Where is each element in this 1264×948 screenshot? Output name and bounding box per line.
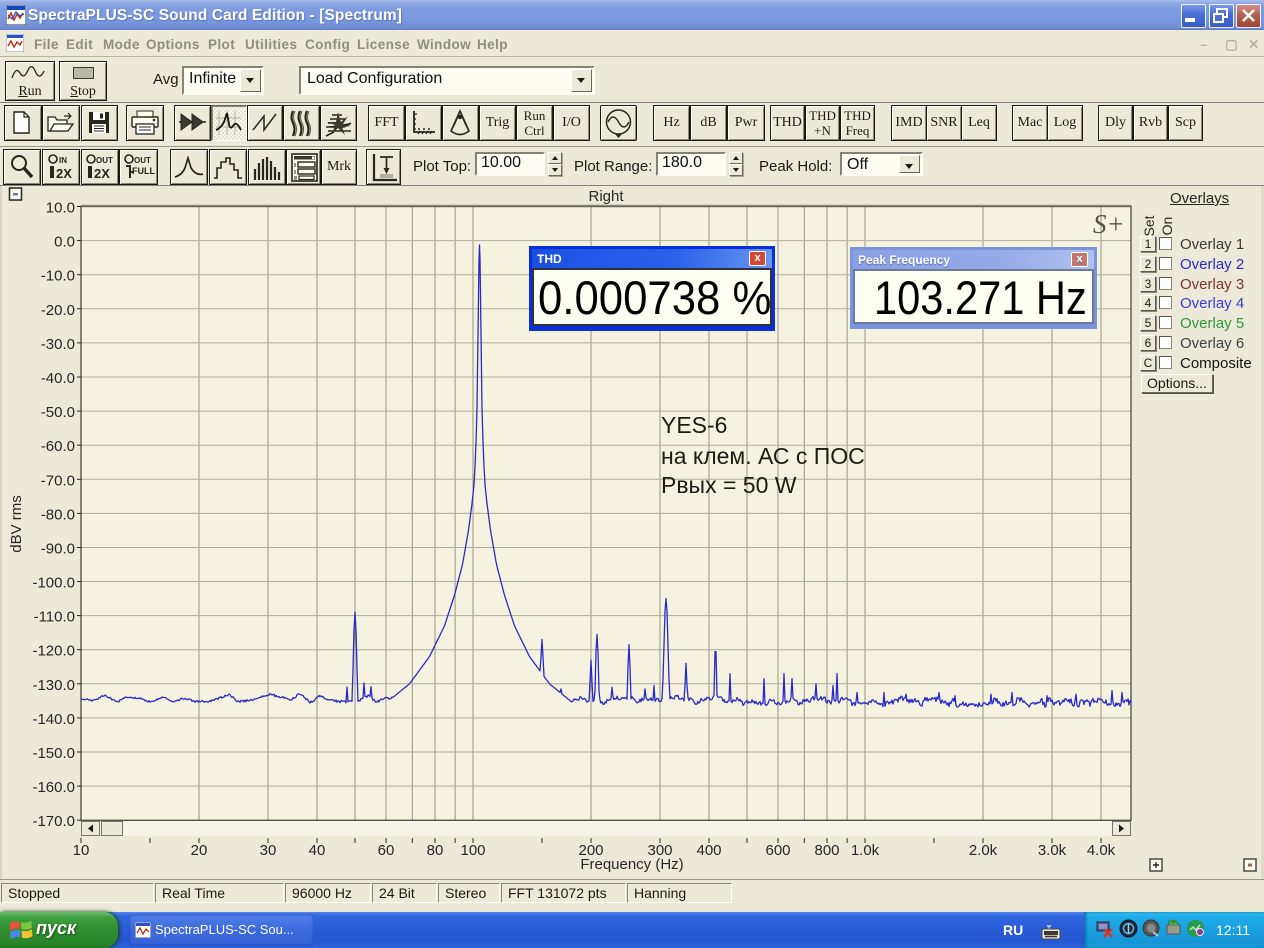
svg-text:100: 100: [460, 842, 485, 859]
svg-text:-100.0: -100.0: [32, 575, 75, 592]
svg-text:OUT: OUT: [134, 156, 151, 165]
svg-text:0.0: 0.0: [54, 234, 75, 251]
svg-text:3.0k: 3.0k: [1038, 842, 1067, 859]
svg-text:-90.0: -90.0: [41, 541, 75, 558]
svg-text:-110.0: -110.0: [34, 609, 75, 626]
svg-text:400: 400: [696, 842, 721, 859]
svg-text:YES-6: YES-6: [661, 412, 727, 438]
svg-text:-40.0: -40.0: [41, 370, 75, 387]
svg-text:dBV rms: dBV rms: [8, 495, 25, 553]
svg-text:-70.0: -70.0: [41, 472, 75, 489]
svg-text:20: 20: [191, 842, 208, 859]
svg-text:-20.0: -20.0: [41, 302, 75, 319]
svg-text:-170.0: -170.0: [32, 813, 75, 830]
svg-text:10: 10: [73, 842, 90, 859]
svg-text:-80.0: -80.0: [41, 506, 75, 523]
svg-text:Рвых = 50 W: Рвых = 50 W: [661, 472, 797, 498]
svg-text:-60.0: -60.0: [41, 438, 75, 455]
svg-text:S+: S+: [1093, 209, 1125, 239]
svg-text:-150.0: -150.0: [32, 745, 75, 762]
svg-text:-50.0: -50.0: [41, 404, 75, 421]
svg-text:OUT: OUT: [96, 156, 113, 165]
svg-text:10.0: 10.0: [46, 200, 75, 217]
svg-text:1.0k: 1.0k: [851, 842, 880, 859]
svg-text:Right: Right: [588, 188, 624, 205]
svg-text:Frequency (Hz): Frequency (Hz): [580, 856, 683, 873]
svg-text:-130.0: -130.0: [32, 677, 75, 694]
svg-text:-10.0: -10.0: [41, 268, 75, 285]
svg-text:IN: IN: [59, 156, 67, 165]
svg-text:30: 30: [260, 842, 277, 859]
svg-text:40: 40: [309, 842, 326, 859]
svg-text:-140.0: -140.0: [32, 711, 75, 728]
svg-text:2X: 2X: [94, 166, 110, 181]
svg-text:-30.0: -30.0: [41, 336, 75, 353]
svg-text:-160.0: -160.0: [32, 779, 75, 796]
svg-text:FULL: FULL: [132, 166, 155, 176]
svg-text:800: 800: [814, 842, 839, 859]
svg-text:60: 60: [378, 842, 395, 859]
svg-text:600: 600: [765, 842, 790, 859]
svg-text:2.0k: 2.0k: [969, 842, 998, 859]
svg-text:80: 80: [427, 842, 444, 859]
svg-text:4.0k: 4.0k: [1087, 842, 1116, 859]
svg-text:2X: 2X: [56, 166, 72, 181]
svg-text:-120.0: -120.0: [32, 643, 75, 660]
svg-text:на клем. АС с ПОС: на клем. АС с ПОС: [661, 443, 865, 469]
